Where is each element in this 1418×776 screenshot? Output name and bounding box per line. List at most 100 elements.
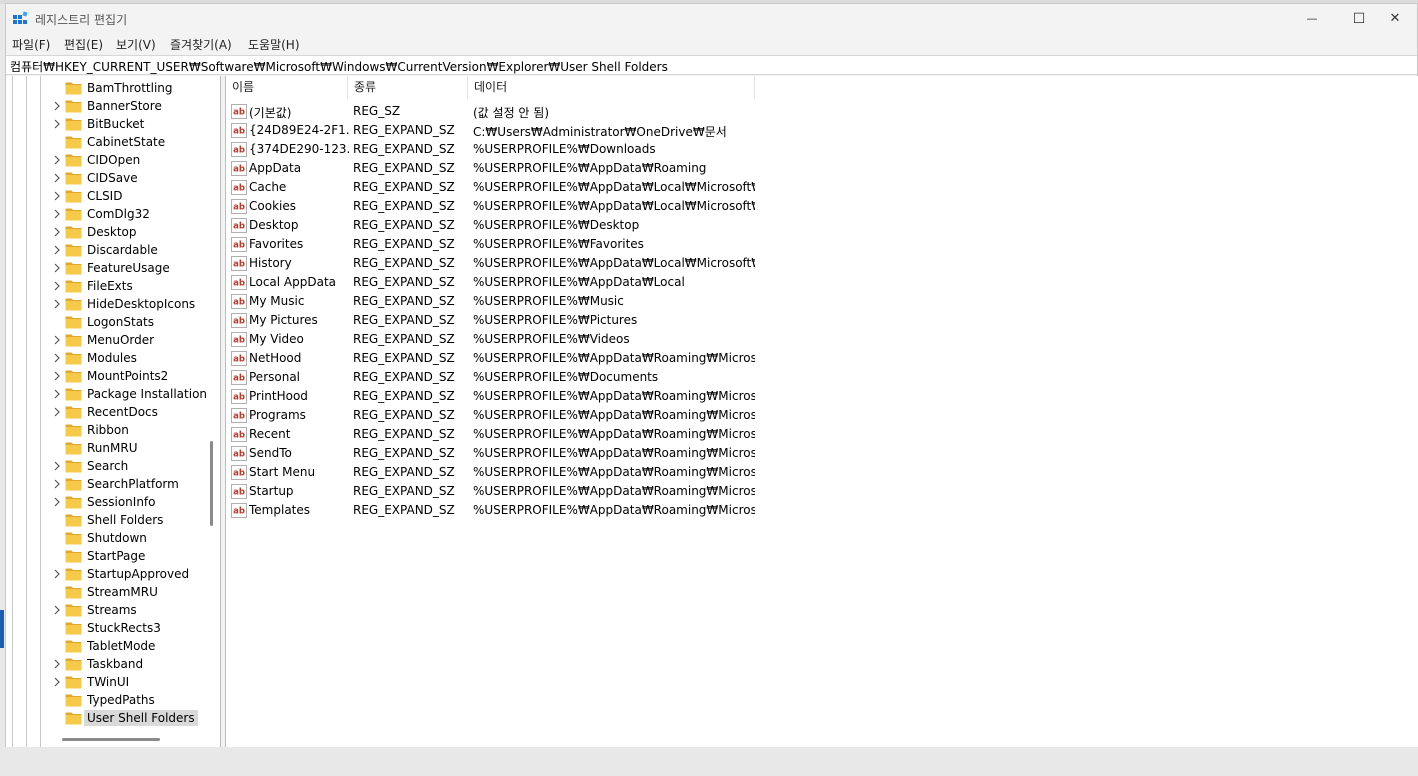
list-item[interactable]: ab {374DE290-123... REG_EXPAND_SZ %USERPROF…	[226, 140, 766, 159]
tree-item[interactable]: Shell Folders	[6, 511, 204, 529]
menu-favorites[interactable]: 즐겨찾기(A)	[170, 36, 232, 53]
column-header-type[interactable]: 종류	[348, 76, 468, 99]
chevron-right-icon[interactable]	[51, 172, 63, 184]
tree-item[interactable]: Desktop	[6, 223, 204, 241]
chevron-right-icon[interactable]	[51, 100, 63, 112]
list-item[interactable]: ab My Music REG_EXPAND_SZ %USERPROFILE%₩Mus…	[226, 292, 766, 311]
tree-item[interactable]: Taskband	[6, 655, 204, 673]
list-item[interactable]: ab Templates REG_EXPAND_SZ %USERPROFILE%₩Ap…	[226, 501, 766, 520]
chevron-right-icon[interactable]	[51, 226, 63, 238]
list-item[interactable]: ab Recent REG_EXPAND_SZ %USERPROFILE%₩AppDa…	[226, 425, 766, 444]
tree-item[interactable]: HideDesktopIcons	[6, 295, 204, 313]
chevron-right-icon[interactable]	[51, 118, 63, 130]
list-item[interactable]: ab Programs REG_EXPAND_SZ %USERPROFILE%₩App…	[226, 406, 766, 425]
chevron-right-icon[interactable]	[51, 352, 63, 364]
chevron-right-icon[interactable]	[51, 280, 63, 292]
list-item[interactable]: ab Startup REG_EXPAND_SZ %USERPROFILE%₩AppD…	[226, 482, 766, 501]
chevron-right-icon[interactable]	[51, 334, 63, 346]
chevron-right-icon[interactable]	[51, 262, 63, 274]
address-path[interactable]: 컴퓨터₩HKEY_CURRENT_USER₩Software₩Microsoft…	[10, 58, 668, 75]
list-item[interactable]: ab NetHood REG_EXPAND_SZ %USERPROFILE%₩AppD…	[226, 349, 766, 368]
tree-item[interactable]: RecentDocs	[6, 403, 204, 421]
values-list[interactable]: 이름 종류 데이터 ab (기본값) REG_SZ (값 설정 안 됨) ab {24D8…	[225, 76, 1418, 747]
tree-item[interactable]: Modules	[6, 349, 204, 367]
menu-file[interactable]: 파일(F)	[12, 36, 50, 53]
tree-item[interactable]: TypedPaths	[6, 691, 204, 709]
tree-item[interactable]: BitBucket	[6, 115, 204, 133]
list-item[interactable]: ab Cache REG_EXPAND_SZ %USERPROFILE%₩AppDat…	[226, 178, 766, 197]
list-item[interactable]: ab History REG_EXPAND_SZ %USERPROFILE%₩AppD…	[226, 254, 766, 273]
chevron-right-icon[interactable]	[51, 658, 63, 670]
chevron-right-icon[interactable]	[51, 208, 63, 220]
tree-item[interactable]: CIDSave	[6, 169, 204, 187]
tree-item[interactable]: Streams	[6, 601, 204, 619]
list-item[interactable]: ab Favorites REG_EXPAND_SZ %USERPROFILE%₩Fa…	[226, 235, 766, 254]
list-item[interactable]: ab {24D89E24-2F1... REG_EXPAND_SZ C:₩Users₩…	[226, 121, 766, 140]
tree-item[interactable]: MountPoints2	[6, 367, 204, 385]
address-bar[interactable]: 컴퓨터₩HKEY_CURRENT_USER₩Software₩Microsoft…	[6, 55, 1417, 75]
tree-item[interactable]: CIDOpen	[6, 151, 204, 169]
list-item[interactable]: ab Local AppData REG_EXPAND_SZ %USERPROFILE…	[226, 273, 766, 292]
tree-item[interactable]: SessionInfo	[6, 493, 204, 511]
list-item[interactable]: ab AppData REG_EXPAND_SZ %USERPROFILE%₩AppD…	[226, 159, 766, 178]
tree-horizontal-scrollbar[interactable]	[62, 738, 160, 741]
chevron-right-icon[interactable]	[51, 154, 63, 166]
tree-item-label: FeatureUsage	[87, 261, 170, 275]
chevron-right-icon[interactable]	[51, 676, 63, 688]
tree-item[interactable]: StuckRects3	[6, 619, 204, 637]
title-bar[interactable]: 레지스트리 편집기 — ☐ ✕	[6, 4, 1417, 33]
registry-tree[interactable]: BamThrottling BannerStore BitBucket Cabinet…	[6, 76, 221, 747]
tree-item[interactable]: BannerStore	[6, 97, 204, 115]
list-item[interactable]: ab Start Menu REG_EXPAND_SZ %USERPROFILE%₩A…	[226, 463, 766, 482]
chevron-right-icon[interactable]	[51, 298, 63, 310]
list-item[interactable]: ab Desktop REG_EXPAND_SZ %USERPROFILE%₩Desk…	[226, 216, 766, 235]
list-item[interactable]: ab My Video REG_EXPAND_SZ %USERPROFILE%₩Vid…	[226, 330, 766, 349]
chevron-right-icon[interactable]	[51, 370, 63, 382]
tree-item[interactable]: RunMRU	[6, 439, 204, 457]
tree-item[interactable]: MenuOrder	[6, 331, 204, 349]
tree-item[interactable]: Shutdown	[6, 529, 204, 547]
tree-item[interactable]: FileExts	[6, 277, 204, 295]
chevron-right-icon[interactable]	[51, 460, 63, 472]
tree-item[interactable]: CLSID	[6, 187, 204, 205]
tree-item[interactable]: StartupApproved	[6, 565, 204, 583]
tree-vertical-scrollbar[interactable]	[210, 441, 213, 526]
chevron-right-icon[interactable]	[51, 406, 63, 418]
chevron-right-icon[interactable]	[51, 496, 63, 508]
column-header-name[interactable]: 이름	[226, 76, 348, 99]
tree-item[interactable]: TWinUI	[6, 673, 204, 691]
minimize-button[interactable]: —	[1289, 4, 1335, 33]
tree-item[interactable]: BamThrottling	[6, 79, 204, 97]
chevron-right-icon[interactable]	[51, 190, 63, 202]
chevron-right-icon[interactable]	[51, 388, 63, 400]
chevron-right-icon[interactable]	[51, 478, 63, 490]
tree-item[interactable]: LogonStats	[6, 313, 204, 331]
string-value-icon: ab	[231, 256, 247, 271]
tree-item[interactable]: Package Installation	[6, 385, 207, 403]
tree-item[interactable]: StartPage	[6, 547, 204, 565]
tree-item[interactable]: ComDlg32	[6, 205, 204, 223]
tree-item[interactable]: Ribbon	[6, 421, 204, 439]
tree-item[interactable]: CabinetState	[6, 133, 204, 151]
close-button[interactable]: ✕	[1372, 4, 1418, 33]
menu-edit[interactable]: 편집(E)	[64, 36, 103, 53]
chevron-right-icon[interactable]	[51, 604, 63, 616]
tree-item[interactable]: User Shell Folders	[6, 709, 204, 727]
tree-item[interactable]: FeatureUsage	[6, 259, 204, 277]
list-item[interactable]: ab (기본값) REG_SZ (값 설정 안 됨)	[226, 102, 766, 121]
menu-help[interactable]: 도움말(H)	[248, 36, 300, 53]
tree-item[interactable]: StreamMRU	[6, 583, 204, 601]
list-item[interactable]: ab Cookies REG_EXPAND_SZ %USERPROFILE%₩AppD…	[226, 197, 766, 216]
tree-item[interactable]: Search	[6, 457, 204, 475]
menu-view[interactable]: 보기(V)	[116, 36, 156, 53]
chevron-right-icon[interactable]	[51, 568, 63, 580]
chevron-right-icon[interactable]	[51, 244, 63, 256]
tree-item[interactable]: TabletMode	[6, 637, 204, 655]
tree-item[interactable]: Discardable	[6, 241, 204, 259]
column-header-data[interactable]: 데이터	[468, 76, 755, 99]
list-item[interactable]: ab My Pictures REG_EXPAND_SZ %USERPROFILE%₩…	[226, 311, 766, 330]
tree-item[interactable]: SearchPlatform	[6, 475, 204, 493]
list-item[interactable]: ab PrintHood REG_EXPAND_SZ %USERPROFILE%₩Ap…	[226, 387, 766, 406]
list-item[interactable]: ab SendTo REG_EXPAND_SZ %USERPROFILE%₩AppDa…	[226, 444, 766, 463]
list-item[interactable]: ab Personal REG_EXPAND_SZ %USERPROFILE%₩Doc…	[226, 368, 766, 387]
